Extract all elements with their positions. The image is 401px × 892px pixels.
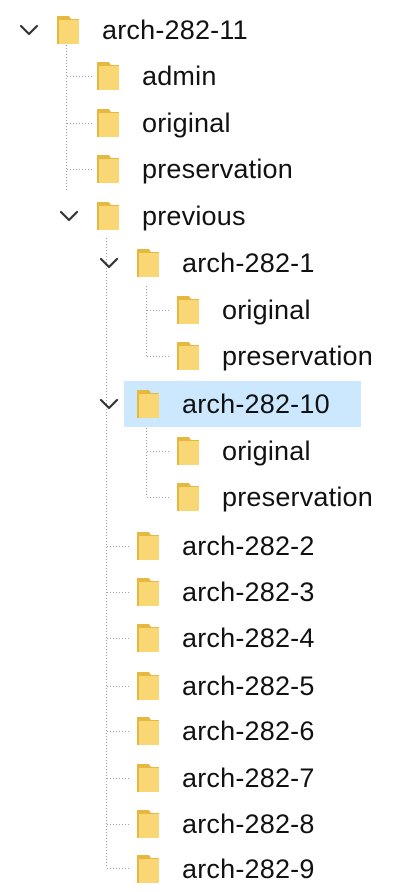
folder-icon: [135, 763, 161, 793]
tree-item[interactable]: arch-282-3: [0, 569, 401, 615]
tree-item-label: arch-282-7: [182, 763, 315, 793]
folder-icon: [135, 623, 161, 653]
tree-item[interactable]: preservation: [0, 146, 401, 192]
tree-item-label: admin: [142, 61, 217, 91]
tree-item-label: arch-282-11: [102, 15, 248, 45]
tree-item-label: original: [222, 295, 311, 325]
tree-item[interactable]: arch-282-9: [0, 846, 401, 892]
tree-item[interactable]: original: [0, 100, 401, 146]
tree-item-label: arch-282-8: [182, 809, 315, 839]
folder-icon: [135, 671, 161, 701]
tree-item-label: arch-282-9: [182, 854, 315, 884]
tree-item-label: arch-282-10: [182, 389, 330, 419]
tree-item-label: preservation: [222, 341, 373, 371]
folder-icon: [55, 15, 81, 45]
tree-item[interactable]: arch-282-2: [0, 523, 401, 569]
tree-item[interactable]: arch-282-8: [0, 801, 401, 847]
tree-item[interactable]: arch-282-1: [0, 240, 401, 286]
folder-icon: [135, 577, 161, 607]
tree-item-label: preservation: [222, 482, 373, 512]
tree-item-label: arch-282-1: [182, 248, 315, 278]
folder-icon: [95, 108, 121, 138]
tree-item[interactable]: previous: [0, 193, 401, 239]
tree-item-label: arch-282-5: [182, 671, 315, 701]
folder-icon: [95, 61, 121, 91]
folder-icon: [135, 716, 161, 746]
tree-item[interactable]: arch-282-10: [0, 381, 401, 427]
tree-item-label: arch-282-2: [182, 531, 315, 561]
tree-item-label: arch-282-4: [182, 623, 315, 653]
folder-icon: [175, 295, 201, 325]
folder-icon: [175, 436, 201, 466]
tree-item[interactable]: arch-282-6: [0, 708, 401, 754]
chevron-down-icon[interactable]: [98, 252, 120, 274]
folder-icon: [135, 809, 161, 839]
tree-item[interactable]: arch-282-4: [0, 615, 401, 661]
tree-item-label: previous: [142, 201, 246, 231]
folder-icon: [175, 341, 201, 371]
folder-icon: [135, 389, 161, 419]
folder-icon: [95, 201, 121, 231]
tree-item[interactable]: arch-282-11: [0, 7, 401, 53]
tree-item[interactable]: preservation: [0, 474, 401, 520]
tree-item[interactable]: arch-282-5: [0, 663, 401, 709]
folder-icon: [135, 854, 161, 884]
chevron-down-icon[interactable]: [18, 19, 40, 41]
folder-tree: arch-282-11 admin original preservation prev…: [0, 0, 401, 887]
tree-item[interactable]: original: [0, 287, 401, 333]
tree-item-label: original: [222, 436, 311, 466]
tree-item-label: original: [142, 108, 231, 138]
folder-icon: [135, 248, 161, 278]
folder-icon: [135, 531, 161, 561]
folder-icon: [175, 482, 201, 512]
tree-item[interactable]: original: [0, 428, 401, 474]
tree-item-label: arch-282-3: [182, 577, 315, 607]
tree-item[interactable]: arch-282-7: [0, 755, 401, 801]
tree-item[interactable]: admin: [0, 53, 401, 99]
tree-item-label: preservation: [142, 154, 293, 184]
tree-item[interactable]: preservation: [0, 333, 401, 379]
folder-icon: [95, 154, 121, 184]
tree-item-label: arch-282-6: [182, 716, 315, 746]
chevron-down-icon[interactable]: [58, 205, 80, 227]
chevron-down-icon[interactable]: [98, 393, 120, 415]
